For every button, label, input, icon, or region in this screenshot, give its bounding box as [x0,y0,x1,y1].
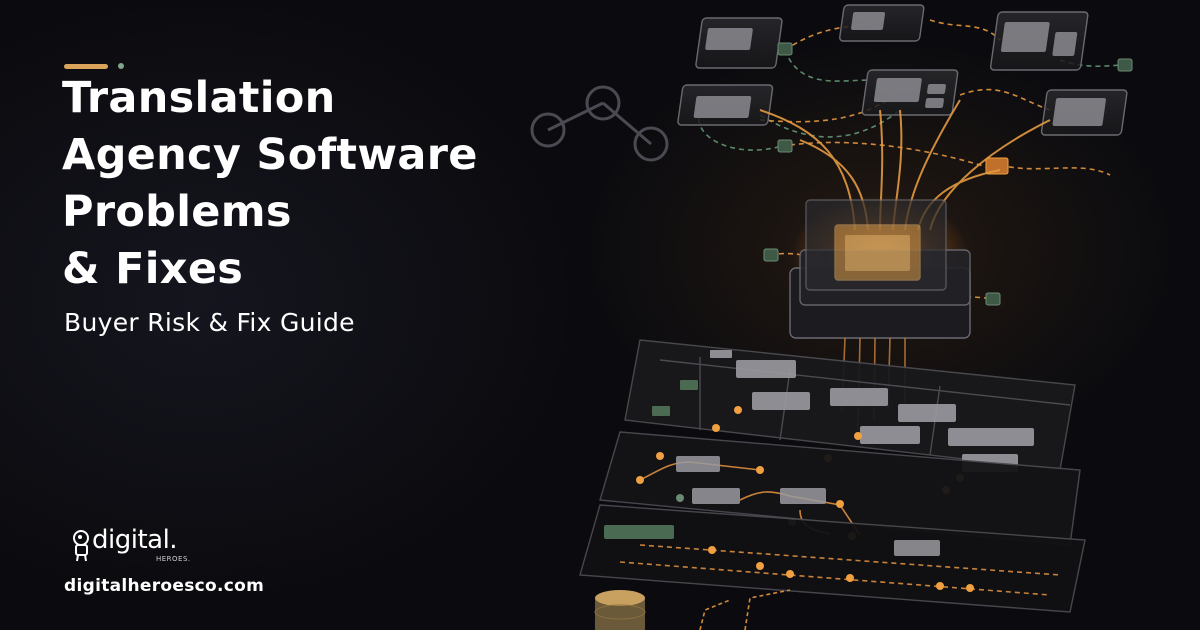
title-line: & Fixes [62,244,244,294]
logo-wordmark: digital. [92,525,178,555]
subtitle: Buyer Risk & Fix Guide [64,308,355,337]
brand-logo[interactable]: digital. HEROES. [70,525,230,573]
title-line: Translation [62,73,336,123]
database-cylinder-icon [594,590,646,630]
title-line: Problems [62,187,292,237]
astronaut-logo-icon [73,530,89,562]
website-url[interactable]: digitalheroesco.com [64,576,264,596]
title-line: Agency Software [62,130,478,180]
page-title: Translation Agency Software Problems & F… [62,70,478,298]
logo-subtext: HEROES. [156,555,191,563]
connected-nodes-icon [530,85,669,162]
accent-dot [118,63,124,69]
accent-line [64,64,108,69]
